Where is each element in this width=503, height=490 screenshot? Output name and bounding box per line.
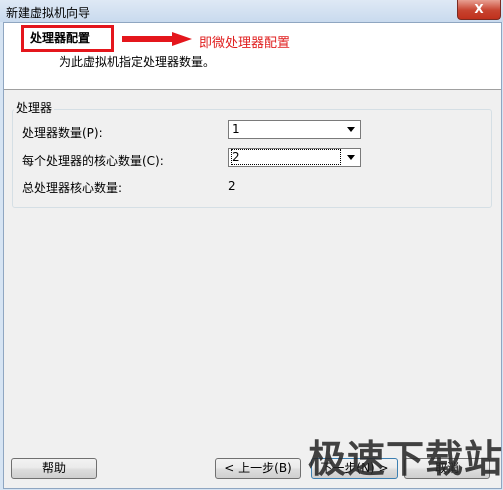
page-title: 处理器配置 [21, 25, 114, 52]
num-processors-select[interactable]: 1 [228, 120, 361, 139]
back-button[interactable]: < 上一步(B) [215, 458, 301, 479]
total-cores-label: 总处理器核心数量: [22, 181, 123, 195]
watermark-logo: 极速下载站 [308, 437, 503, 481]
cores-per-processor-value: 2 [231, 149, 341, 165]
page-subtitle: 为此虚拟机指定处理器数量。 [59, 55, 216, 69]
annotation-text: 即微处理器配置 [199, 36, 291, 51]
wizard-dialog: 处理器配置 即微处理器配置 为此虚拟机指定处理器数量。 处理器 处理器数量(P)… [3, 22, 502, 489]
chevron-down-icon [347, 127, 355, 132]
close-button[interactable]: X [457, 0, 501, 20]
wizard-header: 处理器配置 即微处理器配置 为此虚拟机指定处理器数量。 [4, 23, 501, 90]
red-arrow-icon [122, 32, 192, 46]
help-button[interactable]: 帮助 [11, 458, 97, 479]
total-cores-value: 2 [228, 179, 236, 193]
groupbox-title: 处理器 [14, 99, 55, 116]
window-title: 新建虚拟机向导 [6, 6, 91, 20]
cores-per-processor-select[interactable]: 2 [228, 148, 361, 167]
num-processors-label: 处理器数量(P): [22, 126, 103, 140]
num-processors-value: 1 [232, 122, 240, 136]
cores-per-processor-label: 每个处理器的核心数量(C): [22, 154, 164, 168]
chevron-down-icon [347, 155, 355, 160]
title-bar: 新建虚拟机向导 X [0, 0, 503, 22]
